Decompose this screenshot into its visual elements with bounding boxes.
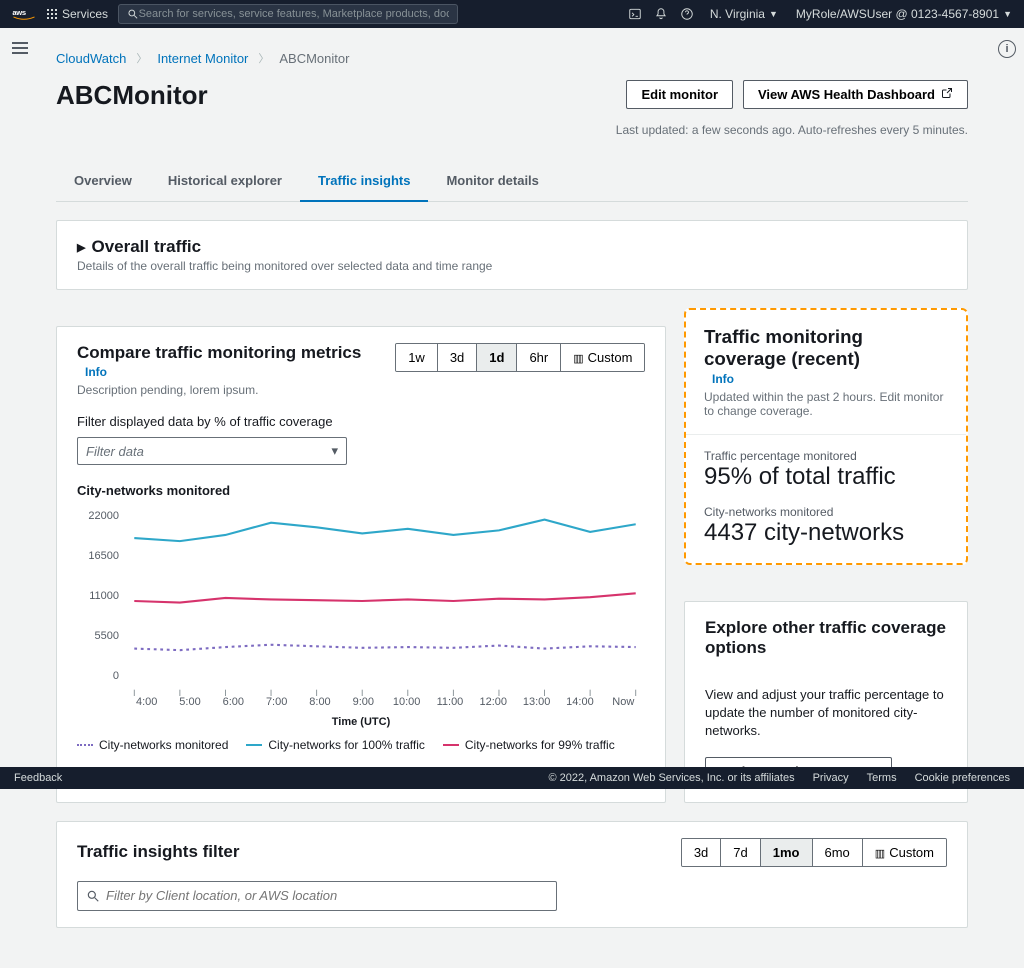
range-custom[interactable]: ▥Custom (560, 344, 644, 371)
range-1d[interactable]: 1d (476, 344, 516, 371)
calendar-icon: ▥ (573, 353, 583, 365)
chart: 22000 16500 11000 5500 0 (77, 506, 645, 696)
page-title: ABCMonitor (56, 80, 208, 111)
coverage-pct-value: 95% of total traffic (704, 463, 948, 491)
hamburger-icon (12, 42, 28, 54)
coverage-info-link[interactable]: Info (712, 372, 734, 386)
svg-text:aws: aws (12, 8, 26, 17)
sidebar-toggle[interactable] (8, 38, 32, 58)
services-menu-button[interactable]: Services (46, 7, 108, 21)
aws-logo[interactable]: aws (12, 7, 36, 21)
chart-legend: City-networks monitored City-networks fo… (77, 738, 645, 752)
explore-title: Explore other traffic coverage options (705, 618, 947, 658)
compare-desc: Description pending, lorem ipsum. (77, 383, 395, 397)
footer-terms[interactable]: Terms (867, 772, 897, 784)
tabs: Overview Historical explorer Traffic ins… (56, 161, 968, 202)
insights-filter-panel: Traffic insights filter 3d 7d 1mo 6mo ▥C… (56, 821, 968, 928)
breadcrumb-mid[interactable]: Internet Monitor (157, 51, 248, 66)
chevron-right-icon: 〉 (258, 50, 269, 66)
services-label: Services (62, 7, 108, 21)
tab-monitor-details[interactable]: Monitor details (428, 161, 556, 202)
explore-desc: View and adjust your traffic percentage … (705, 686, 947, 741)
compare-title: Compare traffic monitoring metrics (77, 343, 361, 363)
coverage-sub: Updated within the past 2 hours. Edit mo… (704, 390, 948, 418)
breadcrumb: CloudWatch 〉 Internet Monitor 〉 ABCMonit… (56, 40, 968, 80)
caret-down-icon: ▼ (769, 9, 778, 19)
top-nav: aws Services N. Virginia▼ MyRole/AWSUser… (0, 0, 1024, 28)
range-6hr[interactable]: 6hr (516, 344, 560, 371)
coverage-title: Traffic monitoring coverage (recent) (704, 326, 948, 370)
insights-range-1mo[interactable]: 1mo (760, 839, 812, 866)
breadcrumb-root[interactable]: CloudWatch (56, 51, 126, 66)
insights-filter-input[interactable] (106, 888, 548, 903)
insights-title: Traffic insights filter (77, 842, 239, 862)
info-drawer-toggle[interactable]: i (998, 40, 1016, 58)
calendar-icon: ▥ (875, 848, 885, 860)
legend-swatch (246, 744, 262, 746)
top-search-input[interactable] (139, 8, 449, 20)
range-1w[interactable]: 1w (396, 344, 437, 371)
breadcrumb-leaf: ABCMonitor (279, 51, 349, 66)
copyright: © 2022, Amazon Web Services, Inc. or its… (548, 772, 794, 784)
compare-range-toggle: 1w 3d 1d 6hr ▥Custom (395, 343, 645, 372)
range-3d[interactable]: 3d (437, 344, 476, 371)
insights-range-toggle: 3d 7d 1mo 6mo ▥Custom (681, 838, 947, 867)
compare-metrics-panel: Compare traffic monitoring metrics Info … (56, 326, 666, 803)
chart-title: City-networks monitored (77, 483, 645, 498)
search-icon (86, 889, 100, 903)
overall-traffic-desc: Details of the overall traffic being mon… (77, 259, 947, 273)
footer-cookies[interactable]: Cookie preferences (915, 772, 1010, 784)
footer-privacy[interactable]: Privacy (813, 772, 849, 784)
help-icon[interactable] (674, 4, 700, 24)
external-link-icon (941, 87, 953, 102)
overall-traffic-panel: ▶ Overall traffic Details of the overall… (56, 220, 968, 290)
chart-x-label: Time (UTC) (77, 716, 645, 728)
filter-select[interactable]: Filter data ▾ (77, 437, 347, 465)
caret-down-icon: ▼ (1003, 9, 1012, 19)
chart-y-axis: 22000 16500 11000 5500 0 (77, 506, 125, 696)
insights-range-7d[interactable]: 7d (720, 839, 759, 866)
coverage-pct-label: Traffic percentage monitored (704, 449, 948, 463)
chevron-down-icon: ▾ (331, 443, 338, 459)
search-icon (127, 8, 139, 20)
legend-swatch (77, 744, 93, 746)
last-updated-text: Last updated: a few seconds ago. Auto-re… (616, 123, 968, 137)
coverage-panel: Traffic monitoring coverage (recent) Inf… (684, 308, 968, 565)
coverage-net-value: 4437 city-networks (704, 519, 948, 547)
grid-icon (46, 8, 58, 20)
legend-swatch (443, 744, 459, 746)
insights-range-custom[interactable]: ▥Custom (862, 839, 946, 866)
feedback-link[interactable]: Feedback (14, 772, 62, 784)
coverage-net-label: City-networks monitored (704, 505, 948, 519)
tab-traffic-insights[interactable]: Traffic insights (300, 161, 428, 202)
tab-overview[interactable]: Overview (56, 161, 150, 202)
top-search[interactable] (118, 4, 458, 24)
chart-x-axis: 4:005:00 6:007:00 8:009:00 10:0011:00 12… (125, 696, 645, 708)
account-menu[interactable]: MyRole/AWSUser @ 0123-4567-8901▼ (796, 7, 1012, 21)
insights-range-3d[interactable]: 3d (682, 839, 720, 866)
chevron-right-icon: 〉 (136, 50, 147, 66)
footer: Feedback © 2022, Amazon Web Services, In… (0, 767, 1024, 789)
overall-traffic-toggle[interactable]: ▶ Overall traffic (77, 237, 947, 257)
cloudshell-icon[interactable] (622, 4, 648, 24)
insights-filter-input-wrap[interactable] (77, 881, 557, 911)
compare-info-link[interactable]: Info (85, 365, 107, 379)
notifications-icon[interactable] (648, 4, 674, 24)
caret-right-icon: ▶ (77, 241, 85, 254)
view-health-dashboard-button[interactable]: View AWS Health Dashboard (743, 80, 968, 109)
region-selector[interactable]: N. Virginia▼ (710, 7, 778, 21)
filter-label: Filter displayed data by % of traffic co… (77, 414, 333, 429)
tab-historical-explorer[interactable]: Historical explorer (150, 161, 300, 202)
edit-monitor-button[interactable]: Edit monitor (626, 80, 733, 109)
insights-range-6mo[interactable]: 6mo (812, 839, 862, 866)
chart-plot-area (125, 506, 645, 696)
